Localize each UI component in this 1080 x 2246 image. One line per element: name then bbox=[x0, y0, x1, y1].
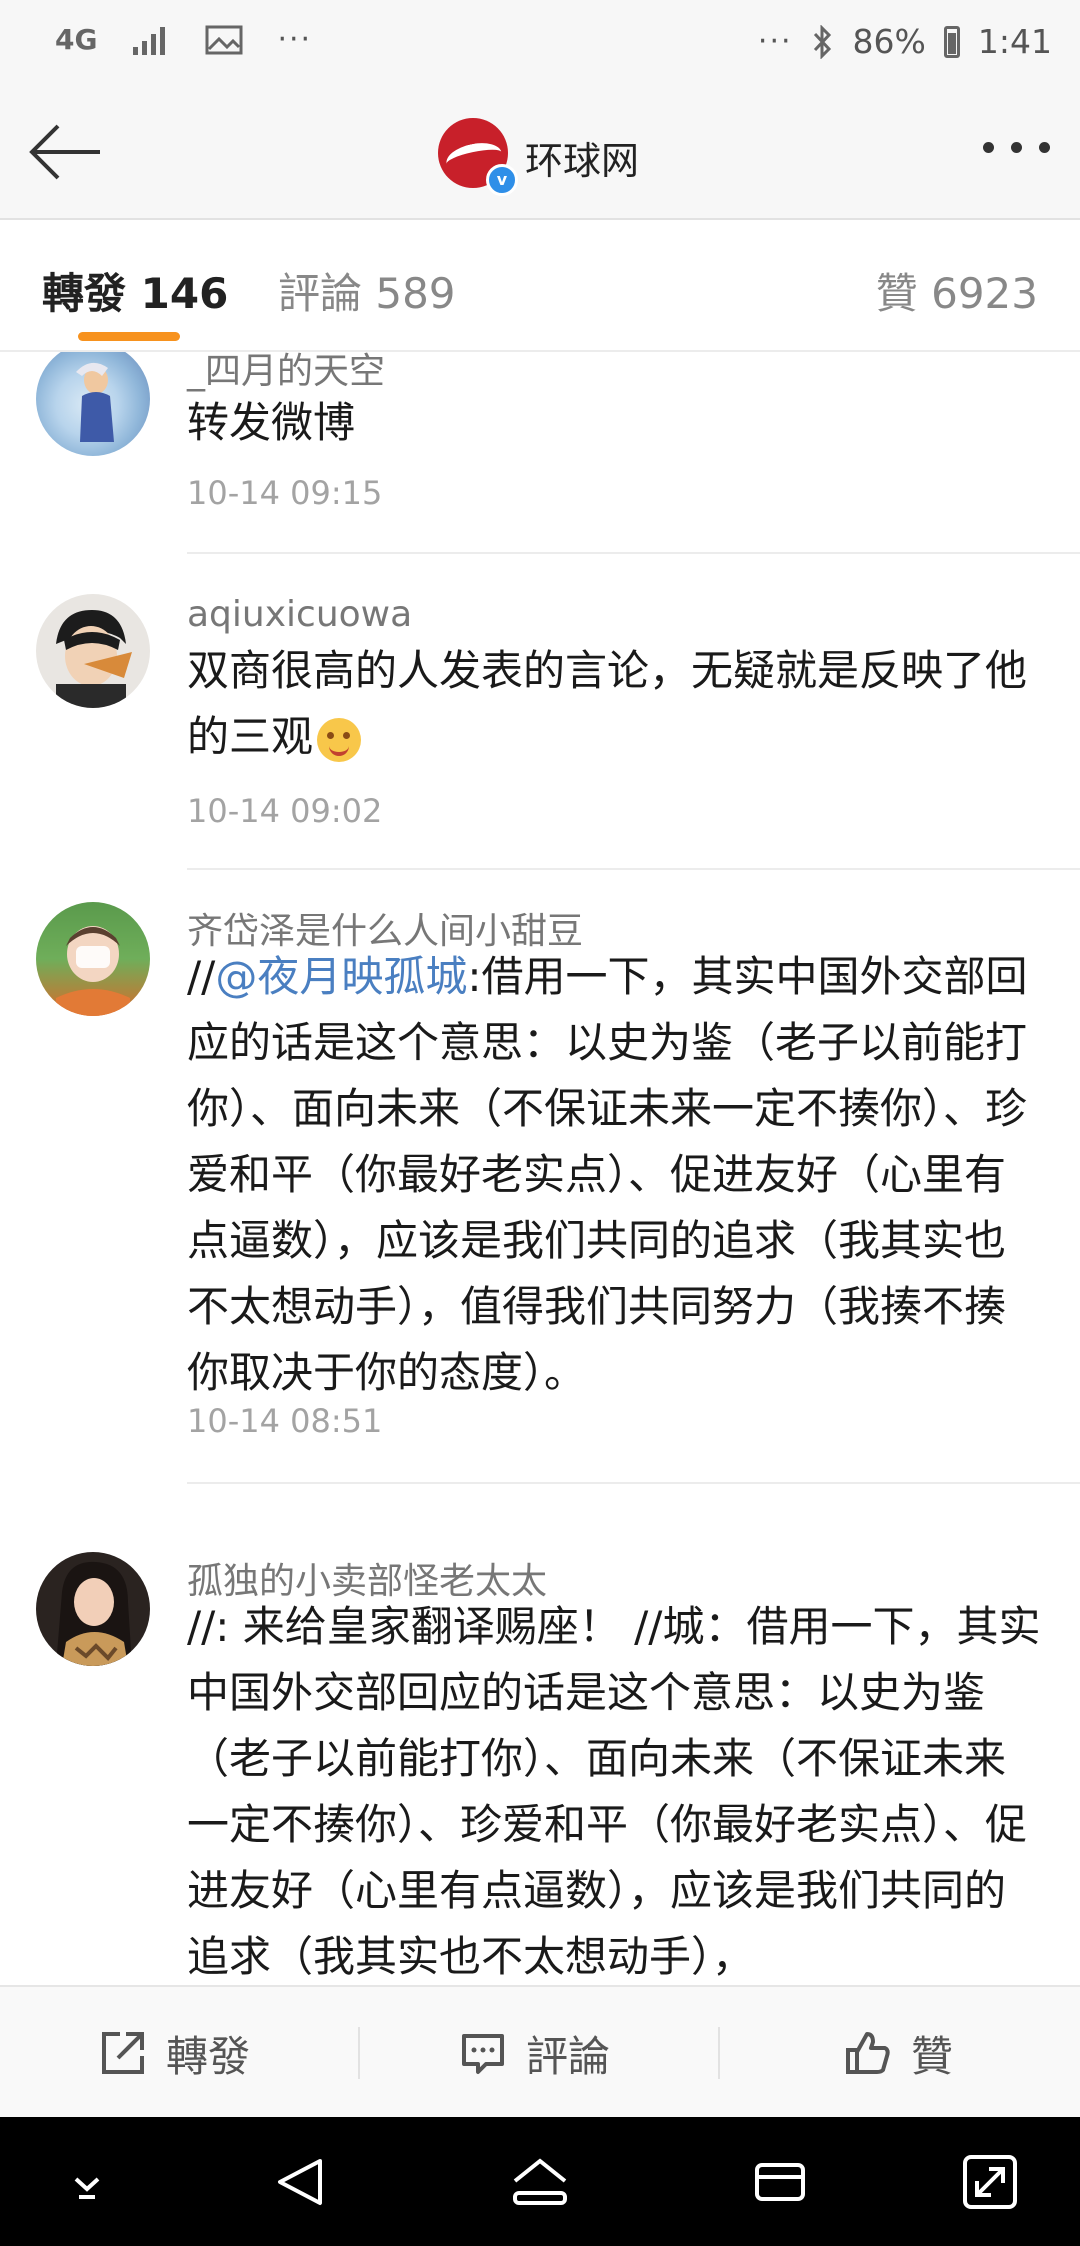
repost-text: //: 来给皇家翻译赐座！ //城：借用一下，其实中国外交部回应的话是这个意思：… bbox=[187, 1602, 1041, 1981]
home-nav-icon[interactable] bbox=[505, 2147, 575, 2217]
thumbs-up-icon bbox=[846, 2032, 890, 2074]
repost-text-body: 双商很高的人发表的言论，无疑就是反映了他的三观 bbox=[187, 646, 1028, 761]
signal-icon bbox=[133, 26, 166, 55]
more-options-icon[interactable] bbox=[983, 142, 1050, 153]
tab-bar: 轉發 146 評論 589 贊 6923 bbox=[0, 220, 1080, 352]
repost-text: 双商很高的人发表的言论，无疑就是反映了他的三观 bbox=[187, 638, 1047, 770]
avatar-figure-icon bbox=[76, 362, 114, 442]
avatar-figure-icon bbox=[56, 610, 132, 708]
like-button[interactable]: 贊 bbox=[843, 1987, 953, 2119]
clock: 1:41 bbox=[977, 22, 1052, 61]
tab-comments[interactable]: 評論 589 bbox=[278, 260, 456, 321]
status-bar: 4G ··· ··· 86% 1:41 bbox=[0, 0, 1080, 90]
avatar-figure-icon bbox=[56, 926, 130, 1016]
share-icon bbox=[102, 2032, 144, 2074]
action-bar: 轉發 評論 贊 bbox=[0, 1985, 1080, 2119]
active-tab-indicator bbox=[78, 332, 180, 341]
tab-reposts[interactable]: 轉發 146 bbox=[42, 260, 228, 321]
repost-prefix: // bbox=[187, 952, 216, 1001]
back-arrow-icon[interactable] bbox=[28, 120, 104, 184]
avatar-figure-icon bbox=[56, 1561, 132, 1666]
avatar[interactable] bbox=[36, 902, 150, 1016]
divider bbox=[187, 552, 1080, 554]
bluetooth-icon bbox=[813, 24, 831, 59]
repost-text: 转发微博 bbox=[187, 398, 356, 447]
divider bbox=[187, 1482, 1080, 1484]
repost-text-body: :借用一下，其实中国外交部回应的话是这个意思：以史为鉴（老子以前能打你）、面向未… bbox=[187, 952, 1028, 1397]
expand-nav-icon[interactable] bbox=[955, 2147, 1025, 2217]
yummy-face-emoji-icon bbox=[317, 717, 362, 762]
comment-icon bbox=[462, 2034, 504, 2074]
avatar[interactable] bbox=[36, 1552, 150, 1666]
notification-overflow-icon: ··· bbox=[277, 22, 313, 57]
comment-button[interactable]: 評論 bbox=[458, 1987, 610, 2119]
account-title[interactable]: 环球网 bbox=[525, 130, 639, 185]
network-type: 4G bbox=[55, 23, 98, 56]
verified-badge-icon: v bbox=[486, 164, 518, 196]
repost-button-label: 轉發 bbox=[166, 2031, 251, 2081]
status-overflow-icon: ··· bbox=[757, 24, 793, 59]
separator bbox=[718, 2027, 720, 2079]
recents-nav-icon[interactable] bbox=[745, 2147, 815, 2217]
timestamp: 10-14 09:02 bbox=[187, 792, 383, 830]
avatar[interactable] bbox=[36, 594, 150, 708]
repost-list: _四月的天空 转发微博 10-14 09:15 aqiuxicuowa 双商很高… bbox=[0, 352, 1080, 1984]
tab-likes[interactable]: 贊 6923 bbox=[876, 260, 1038, 321]
repost-button[interactable]: 轉發 bbox=[98, 1987, 250, 2119]
comment-button-label: 評論 bbox=[526, 2031, 611, 2081]
like-button-label: 贊 bbox=[911, 2031, 954, 2081]
divider bbox=[187, 868, 1080, 870]
gallery-icon bbox=[205, 25, 243, 54]
battery-icon bbox=[943, 25, 960, 58]
username[interactable]: _四月的天空 bbox=[187, 352, 385, 394]
mention-link[interactable]: @夜月映孤城 bbox=[215, 952, 467, 1001]
username[interactable]: aqiuxicuowa bbox=[187, 594, 412, 635]
repost-text: //@夜月映孤城:借用一下，其实中国外交部回应的话是这个意思：以史为鉴（老子以前… bbox=[187, 944, 1047, 1406]
title-bar: v 环球网 bbox=[0, 90, 1080, 220]
timestamp: 10-14 08:51 bbox=[187, 1402, 383, 1440]
separator bbox=[358, 2027, 360, 2079]
hide-keyboard-icon[interactable] bbox=[52, 2147, 122, 2217]
back-nav-icon[interactable] bbox=[266, 2147, 336, 2217]
battery-percent: 86% bbox=[852, 22, 926, 61]
timestamp: 10-14 09:15 bbox=[187, 474, 383, 512]
avatar[interactable] bbox=[36, 352, 150, 456]
system-nav-bar bbox=[0, 2117, 1080, 2246]
